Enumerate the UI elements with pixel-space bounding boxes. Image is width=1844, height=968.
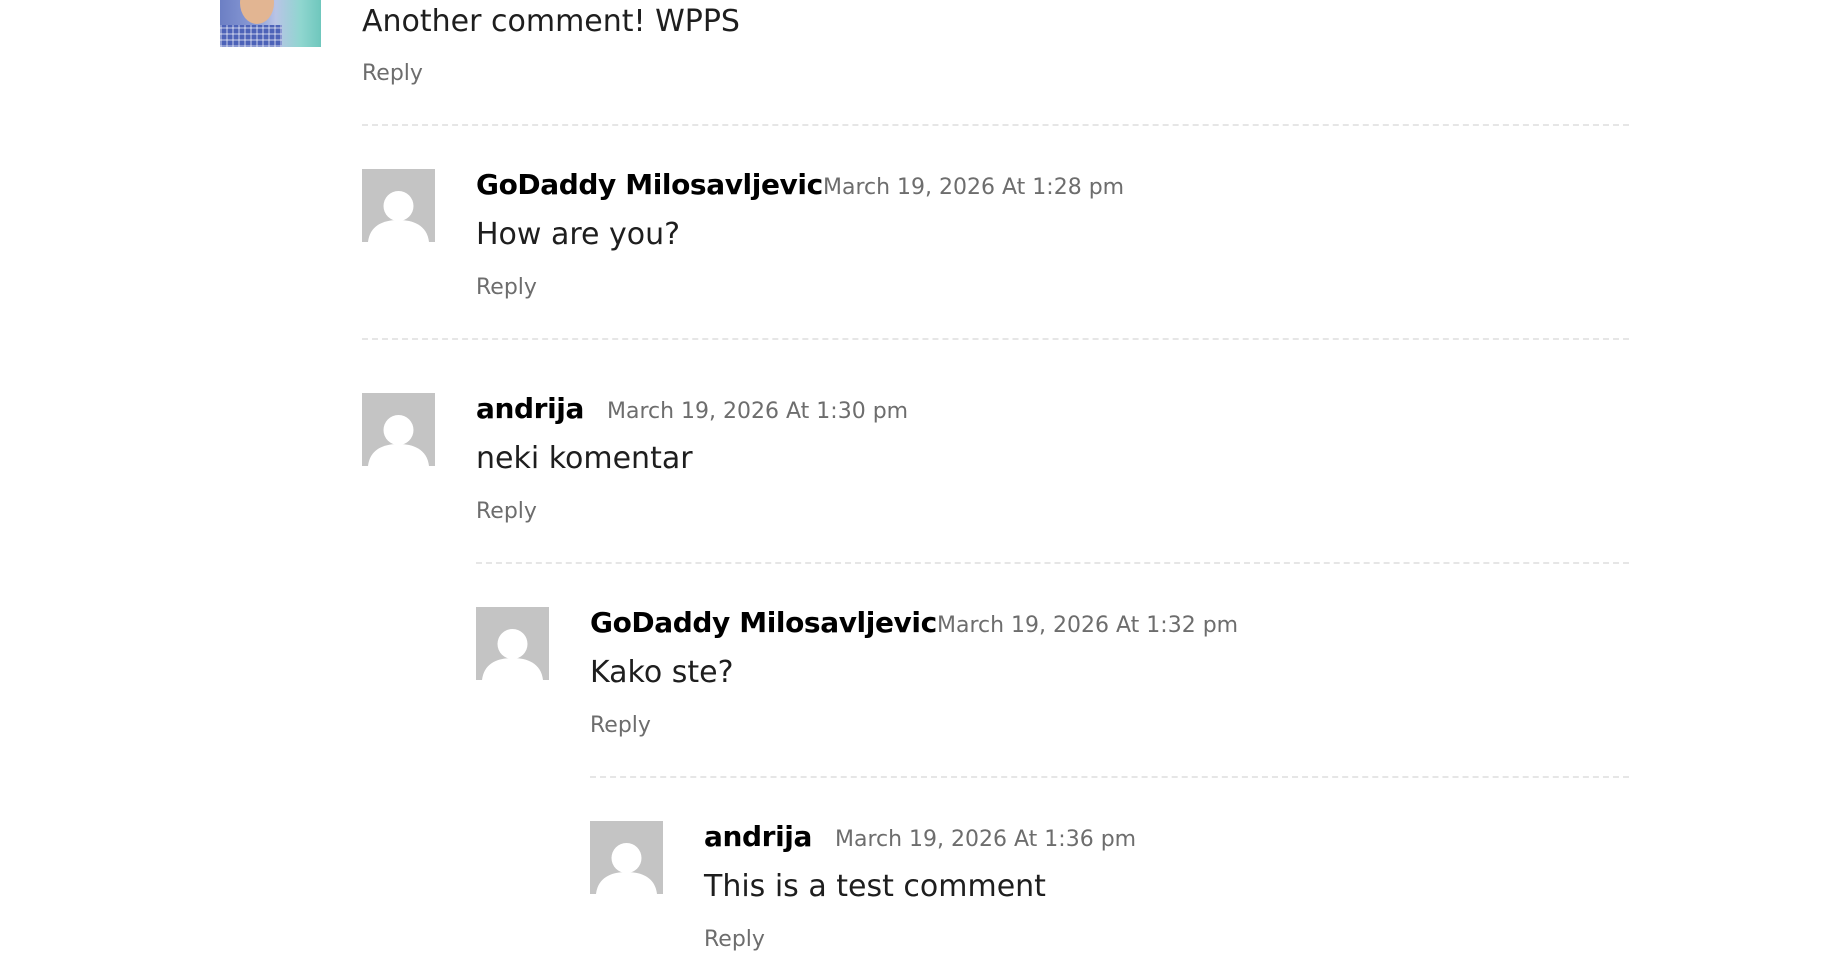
comment-avatar	[476, 607, 549, 680]
top-comment-avatar	[220, 0, 321, 47]
comment-text: How are you?	[476, 217, 681, 252]
comment-divider	[590, 776, 1629, 778]
comment-divider	[362, 124, 1629, 126]
default-person-avatar-icon	[482, 629, 543, 680]
top-comment-reply-link[interactable]: Reply	[362, 63, 423, 85]
comment-date[interactable]: March 19, 2026 At 1:28 pm	[823, 177, 1124, 199]
default-person-avatar-icon	[596, 843, 657, 894]
comment-author[interactable]: GoDaddy Milosavljevic	[590, 609, 937, 637]
comment-author[interactable]: andrija	[704, 823, 812, 851]
comment-author[interactable]: GoDaddy Milosavljevic	[476, 171, 823, 199]
comment-text: neki komentar	[476, 441, 693, 476]
comment-date[interactable]: March 19, 2026 At 1:36 pm	[835, 829, 1136, 851]
comment-date[interactable]: March 19, 2026 At 1:32 pm	[937, 615, 1238, 637]
comment-divider	[362, 338, 1629, 340]
comment-author[interactable]: andrija	[476, 395, 584, 423]
comment-date[interactable]: March 19, 2026 At 1:30 pm	[607, 401, 908, 423]
comment-divider	[476, 562, 1629, 564]
comment-reply-link[interactable]: Reply	[476, 501, 537, 523]
comments-section: Another comment! WPPS Reply GoDaddy Milo…	[0, 0, 1844, 968]
comment-avatar	[362, 169, 435, 242]
comment-text: This is a test comment	[704, 869, 1046, 904]
default-person-avatar-icon	[368, 415, 429, 466]
default-person-avatar-icon	[368, 191, 429, 242]
comment-reply-link[interactable]: Reply	[704, 929, 765, 951]
comment-reply-link[interactable]: Reply	[590, 715, 651, 737]
top-comment-text: Another comment! WPPS	[362, 4, 740, 39]
comment-text: Kako ste?	[590, 655, 734, 690]
comment-avatar	[362, 393, 435, 466]
comment-reply-link[interactable]: Reply	[476, 277, 537, 299]
comment-avatar	[590, 821, 663, 894]
